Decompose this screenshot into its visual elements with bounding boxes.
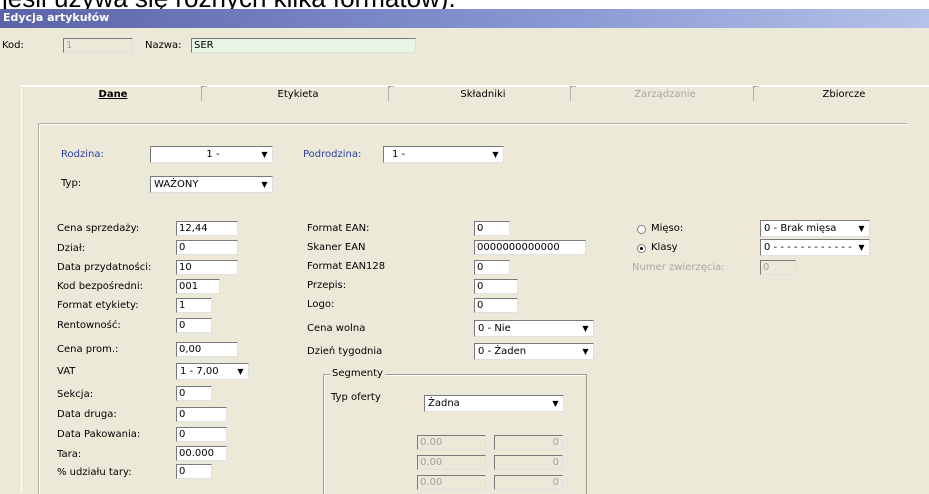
podrodzina-label: Podrodzina: (303, 149, 362, 160)
mieso-label: Mięso: (651, 223, 684, 234)
title-bar: Edycja artykułów (0, 9, 929, 28)
tab-zarzadzanie[interactable]: Zarządzanie (576, 86, 754, 102)
typ-oferty-value: Żadna (428, 398, 460, 409)
cena-sprzedazy-field[interactable]: 12,44 (176, 221, 238, 236)
vat-label: VAT (57, 366, 76, 377)
data-przydatnosci-label: Data przydatności: (57, 262, 152, 273)
typ-oferty-label: Typ oferty (331, 392, 381, 403)
klasy-label: Klasy (651, 242, 678, 253)
skaner-ean-field[interactable]: 0000000000000 (474, 240, 586, 255)
sekcja-label: Sekcja: (57, 389, 94, 400)
tab-skladniki[interactable]: Składniki (394, 86, 572, 102)
chevron-down-icon[interactable]: ▼ (855, 222, 868, 235)
przepis-label: Przepis: (307, 280, 347, 291)
chevron-down-icon[interactable]: ▼ (258, 148, 271, 161)
dzien-tygodnia-select[interactable]: 0 - Żaden ▼ (474, 343, 594, 360)
segment-threshold-field[interactable]: 0.00 (417, 435, 486, 450)
chevron-down-icon[interactable]: ▼ (579, 345, 592, 358)
rentownosc-field[interactable]: 0 (176, 318, 212, 333)
tab-etykieta[interactable]: Etykieta (207, 86, 389, 102)
segmenty-legend: Segmenty (330, 368, 385, 380)
segment-value-field[interactable]: 0 (494, 435, 563, 450)
rodzina-label: Rodzina: (61, 149, 104, 160)
klasy-value: 0 - - - - - - - - - - - - (764, 242, 852, 253)
dzien-tygodnia-label: Dzień tygodnia (307, 346, 383, 357)
przepis-field[interactable]: 0 (474, 279, 518, 294)
segment-threshold-field[interactable]: 0.00 (417, 475, 486, 490)
chevron-down-icon[interactable]: ▼ (855, 241, 868, 254)
tab-zbiorcze-label: Zbiorcze (822, 89, 866, 100)
cena-prom-label: Cena prom.: (57, 344, 119, 355)
tara-field[interactable]: 00.000 (176, 446, 227, 461)
cena-sprzedazy-label: Cena sprzedaży: (57, 223, 140, 234)
cena-wolna-select[interactable]: 0 - Nie ▼ (474, 320, 594, 337)
dzial-field[interactable]: 0 (176, 240, 238, 255)
skaner-ean-label: Skaner EAN (307, 242, 366, 253)
format-ean-label: Format EAN: (307, 223, 370, 234)
data-druga-field[interactable]: 0 (176, 407, 227, 422)
data-przydatnosci-field[interactable]: 10 (176, 260, 238, 275)
nazwa-field[interactable]: SER (191, 38, 416, 53)
kod-field[interactable]: 1 (63, 38, 133, 53)
format-ean128-field[interactable]: 0 (474, 260, 510, 275)
kod-bezposredni-field[interactable]: 001 (176, 279, 220, 294)
typ-label: Typ: (61, 178, 82, 189)
logo-label: Logo: (307, 299, 335, 310)
numer-zwierzecia-label: Numer zwierzęcia: (632, 262, 725, 273)
rodzina-select[interactable]: 1 - ▼ (150, 146, 273, 163)
udzial-tary-field[interactable]: 0 (176, 464, 212, 479)
window-title: Edycja artykułów (3, 11, 110, 24)
chevron-down-icon[interactable]: ▼ (549, 397, 562, 410)
typ-select[interactable]: WAŻONY ▼ (150, 176, 273, 193)
tab-skladniki-label: Składniki (460, 89, 506, 100)
chevron-down-icon[interactable]: ▼ (234, 365, 247, 378)
klasy-select[interactable]: 0 - - - - - - - - - - - - ▼ (760, 239, 870, 256)
numer-zwierzecia-field[interactable]: 0 (760, 260, 796, 275)
mieso-select[interactable]: 0 - Brak mięsa ▼ (760, 220, 870, 237)
format-etykiety-field[interactable]: 1 (176, 298, 212, 313)
cena-wolna-label: Cena wolna (307, 323, 366, 334)
klasy-radio[interactable] (637, 244, 646, 253)
tab-dane[interactable]: Dane (23, 86, 203, 102)
mieso-radio[interactable] (637, 225, 646, 234)
udzial-tary-label: % udziału tary: (57, 467, 132, 478)
nazwa-label: Nazwa: (145, 40, 182, 51)
segment-value-field[interactable]: 0 (494, 475, 563, 490)
cena-prom-field[interactable]: 0,00 (176, 342, 238, 357)
tab-dane-label: Dane (98, 89, 128, 100)
tara-label: Tara: (57, 449, 82, 460)
chevron-down-icon[interactable]: ▼ (258, 178, 271, 191)
segment-value-field[interactable]: 0 (494, 455, 563, 470)
format-etykiety-label: Format etykiety: (57, 300, 139, 311)
podrodzina-value: 1 - (392, 149, 406, 160)
document-caption: jeśli używa się różnych kilka formatów). (2, 0, 456, 9)
chevron-down-icon[interactable]: ▼ (489, 148, 502, 161)
data-druga-label: Data druga: (57, 409, 117, 420)
chevron-down-icon[interactable]: ▼ (579, 322, 592, 335)
rodzina-value: 1 - (206, 149, 220, 160)
dzien-tygodnia-value: 0 - Żaden (478, 346, 527, 357)
dzial-label: Dział: (57, 243, 86, 254)
kod-bezposredni-label: Kod bezpośredni: (57, 281, 144, 292)
typ-value: WAŻONY (154, 179, 199, 190)
kod-label: Kod: (2, 40, 24, 51)
data-pakowania-label: Data Pakowania: (57, 429, 141, 440)
mieso-value: 0 - Brak mięsa (764, 223, 837, 234)
segment-threshold-field[interactable]: 0.00 (417, 455, 486, 470)
vat-value: 1 - 7,00 (180, 366, 219, 377)
tab-zarzadzanie-label: Zarządzanie (634, 89, 696, 100)
format-ean-field[interactable]: 0 (474, 221, 510, 236)
typ-oferty-select[interactable]: Żadna ▼ (424, 395, 564, 412)
data-pakowania-field[interactable]: 0 (176, 427, 227, 442)
tab-etykieta-label: Etykieta (277, 89, 319, 100)
podrodzina-select[interactable]: 1 - ▼ (383, 146, 504, 163)
sekcja-field[interactable]: 0 (176, 386, 212, 401)
rentownosc-label: Rentowność: (57, 320, 121, 331)
document-caption-strip: jeśli używa się różnych kilka formatów). (0, 0, 929, 9)
vat-select[interactable]: 1 - 7,00 ▼ (176, 363, 249, 380)
cena-wolna-value: 0 - Nie (478, 323, 511, 334)
format-ean128-label: Format EAN128 (307, 261, 386, 272)
logo-field[interactable]: 0 (474, 298, 518, 313)
tab-zbiorcze[interactable]: Zbiorcze (759, 86, 929, 102)
